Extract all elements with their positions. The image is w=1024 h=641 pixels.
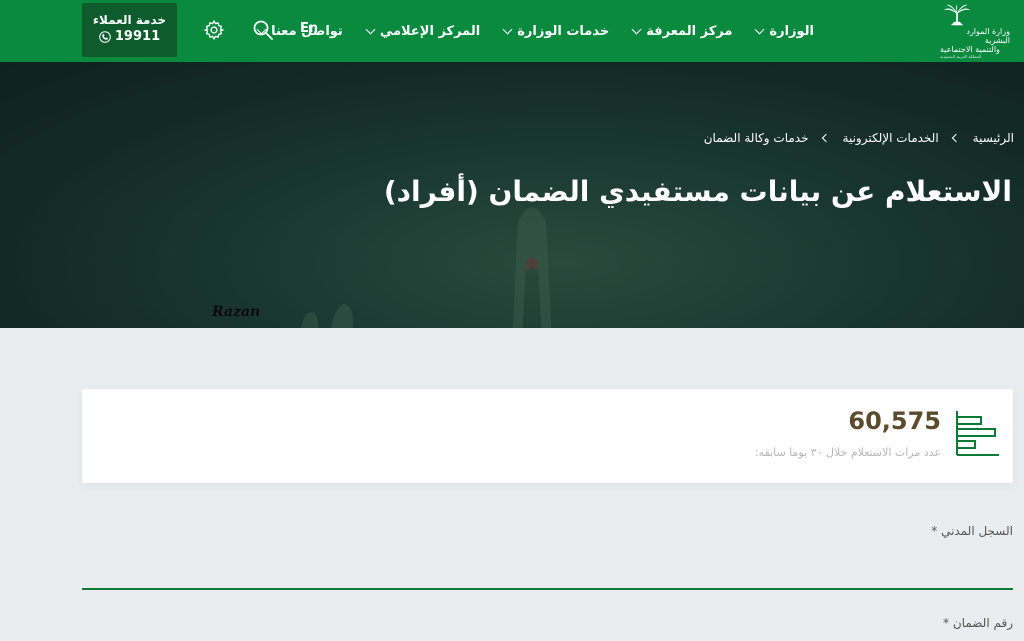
- top-navbar: وزارة الموارد البشرية والتنمية الاجتماعي…: [0, 0, 1024, 62]
- security-number-label: رقم الضمان *: [943, 616, 1013, 630]
- menu-item-label: المركز الإعلامي: [379, 23, 481, 39]
- breadcrumb-home[interactable]: الرئيسية: [973, 131, 1014, 145]
- search-icon[interactable]: [252, 19, 274, 41]
- menu-item-label: الوزارة: [769, 23, 814, 39]
- hero-banner: الرئيسية الخدمات الإلكترونية خدمات وكالة…: [0, 62, 1024, 328]
- gear-icon[interactable]: [203, 19, 225, 41]
- page-title: الاستعلام عن بيانات مستفيدي الضمان (أفرا…: [383, 175, 1012, 208]
- language-toggle[interactable]: En: [300, 21, 318, 36]
- menu-item-knowledge-center[interactable]: مركز المعرفة: [621, 0, 744, 62]
- national-id-label: السجل المدني *: [931, 524, 1013, 538]
- ministry-logo[interactable]: وزارة الموارد البشرية والتنمية الاجتماعي…: [940, 4, 1010, 60]
- chevron-down-icon: [754, 24, 765, 34]
- palm-emblem-icon: [943, 4, 971, 26]
- menu-item-label: مركز المعرفة: [646, 23, 733, 39]
- bar-chart-icon: [956, 411, 999, 456]
- inquiry-count-caption: عدد مرات الاستعلام خلال ٣٠ يوما سابقه:: [754, 446, 941, 459]
- customer-service-button[interactable]: خدمة العملاء 19911: [82, 3, 177, 57]
- inquiry-stats-card: 60,575 عدد مرات الاستعلام خلال ٣٠ يوما س…: [82, 389, 1013, 483]
- security-number-field-group: رقم الضمان *: [82, 616, 1013, 630]
- customer-service-number-row: 19911: [82, 28, 177, 46]
- logo-text-line2: والتنمية الاجتماعية: [940, 45, 1000, 54]
- chevron-left-icon: [951, 133, 960, 143]
- chevron-down-icon: [502, 24, 513, 34]
- phone-icon: [99, 31, 111, 43]
- menu-item-media-center[interactable]: المركز الإعلامي: [355, 0, 492, 62]
- menu-item-label: خدمات الوزارة: [517, 23, 610, 39]
- breadcrumb: الرئيسية الخدمات الإلكترونية خدمات وكالة…: [704, 131, 1014, 145]
- breadcrumb-social-security-services[interactable]: خدمات وكالة الضمان: [704, 131, 809, 145]
- main-menu: الوزارة مركز المعرفة خدمات الوزارة المرك…: [246, 0, 826, 62]
- chevron-down-icon: [631, 24, 642, 34]
- chevron-left-icon: [821, 133, 830, 143]
- kingdom-tower-image: [512, 207, 552, 328]
- breadcrumb-eservices[interactable]: الخدمات الإلكترونية: [843, 131, 939, 145]
- menu-item-ministry[interactable]: الوزارة: [744, 0, 826, 62]
- chevron-down-icon: [365, 24, 376, 34]
- logo-text-line1: وزارة الموارد البشرية: [966, 27, 1010, 45]
- customer-service-number: 19911: [114, 29, 161, 44]
- customer-service-title: خدمة العملاء: [92, 13, 167, 27]
- menu-item-ministry-services[interactable]: خدمات الوزارة: [492, 0, 621, 62]
- palm-trees-image: [300, 304, 354, 328]
- national-id-field-group: السجل المدني *: [82, 524, 1013, 590]
- logo-text-line3: المملكة العربية السعودية: [940, 54, 982, 59]
- inquiry-count: 60,575: [848, 407, 941, 435]
- national-id-input[interactable]: [82, 554, 1013, 590]
- watermark-text: Razan: [212, 304, 261, 320]
